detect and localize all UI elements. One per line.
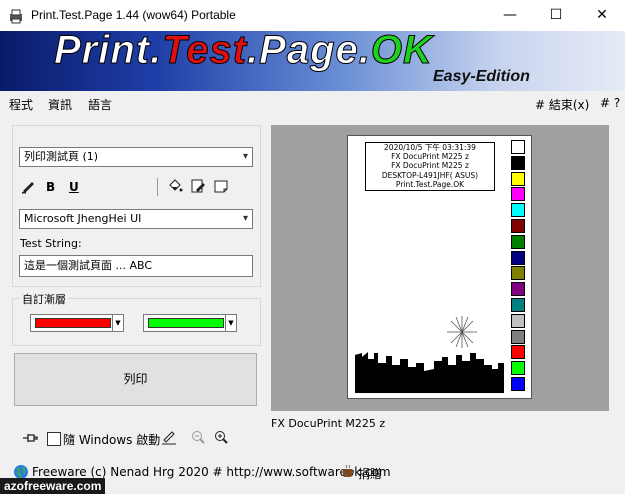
menu-help[interactable]: # ? xyxy=(600,96,620,110)
logo-test: Test xyxy=(162,31,248,73)
palette-swatch xyxy=(511,140,525,154)
preview-printer-caption: FX DocuPrint M225 z xyxy=(271,417,386,430)
logo-dot: . xyxy=(358,31,371,73)
status-text[interactable]: Freeware (c) Nenad Hrg 2020 # http://www… xyxy=(32,465,391,479)
gradient-color2-button[interactable]: ▼ xyxy=(143,314,237,332)
logo-dot: . xyxy=(247,31,260,73)
palette-swatch xyxy=(511,313,525,328)
app-icon xyxy=(10,9,22,24)
page-icon[interactable] xyxy=(213,178,229,194)
coffee-cup-icon[interactable] xyxy=(340,463,356,479)
info-line: 2020/10/5 下午 03:31:39 xyxy=(384,143,476,152)
palette-swatch xyxy=(511,266,525,281)
chevron-down-icon: ▾ xyxy=(242,213,248,224)
edit-page-icon[interactable] xyxy=(190,178,206,194)
palette-swatch xyxy=(511,345,525,360)
chevron-down-icon: ▼ xyxy=(225,315,236,331)
palette-swatch xyxy=(511,361,525,376)
info-line: FX DocuPrint M225 z xyxy=(391,152,469,162)
minimize-button[interactable]: — xyxy=(487,0,533,31)
zoom-in-icon[interactable] xyxy=(213,428,229,444)
font-select[interactable]: Microsoft JhengHei UI ▾ xyxy=(19,209,253,229)
palette-swatch xyxy=(511,219,525,233)
menu-language[interactable]: 語言 xyxy=(88,96,112,113)
custom-gradient-label: 自訂漸層 xyxy=(20,291,68,307)
logo-print: Print xyxy=(53,31,151,73)
palette-swatch xyxy=(511,203,525,218)
firework-icon xyxy=(447,316,477,348)
menu-program[interactable]: 程式 xyxy=(9,96,33,113)
info-line: FX DocuPrint M225 z xyxy=(391,161,469,171)
chevron-down-icon: ▾ xyxy=(242,151,248,162)
palette-swatch xyxy=(511,329,525,344)
title-bar: Print.Test.Page 1.44 (wow64) Portable — … xyxy=(0,0,625,31)
font-select-value: Microsoft JhengHei UI xyxy=(24,212,142,225)
color-swatch-2 xyxy=(148,318,224,328)
logo-ok: OK xyxy=(370,31,433,73)
edit-icon[interactable] xyxy=(161,429,177,445)
palette-swatch xyxy=(511,282,525,297)
info-line: Print.Test.Page.OK xyxy=(395,179,465,189)
preview-info-box: 2020/10/5 下午 03:31:39 FX DocuPrint M225 … xyxy=(365,142,495,191)
autostart-checkbox[interactable] xyxy=(47,432,61,446)
test-string-input[interactable]: 這是一個測試頁面 ... ABC xyxy=(19,255,253,277)
fill-bucket-icon[interactable] xyxy=(167,178,183,194)
window-title: Print.Test.Page 1.44 (wow64) Portable xyxy=(31,8,236,22)
palette-swatch xyxy=(511,298,525,312)
banner: Print.Test.Page.OK Easy-Edition xyxy=(0,31,625,91)
skyline-silhouette xyxy=(355,352,504,393)
bold-button[interactable]: B xyxy=(46,180,55,194)
zoom-out-icon[interactable] xyxy=(190,428,206,444)
info-line: DESKTOP-L491JHF( ASUS) xyxy=(381,170,479,180)
print-button[interactable]: 列印 xyxy=(14,353,257,406)
menu-exit[interactable]: # 結束(x) xyxy=(535,96,589,113)
pin-icon[interactable] xyxy=(22,430,38,446)
pen-icon[interactable] xyxy=(20,178,36,194)
donate-link[interactable]: 捐贈 xyxy=(358,465,382,482)
color-swatch-1 xyxy=(35,318,111,328)
palette-swatch xyxy=(511,171,525,186)
logo-dot: . xyxy=(150,31,163,73)
palette-swatch xyxy=(511,234,525,249)
palette-swatch xyxy=(511,250,525,265)
palette-swatch xyxy=(511,377,525,391)
underline-button[interactable]: U xyxy=(69,180,79,194)
test-string-label: Test String: xyxy=(20,237,82,250)
mode-select[interactable]: 列印測試頁 (1) ▾ xyxy=(19,147,253,167)
palette-swatch xyxy=(511,187,525,202)
maximize-button[interactable]: ☐ xyxy=(533,0,579,31)
menu-info[interactable]: 資訊 xyxy=(48,96,72,113)
toolbar-divider xyxy=(157,178,158,196)
watermark: azofreeware.com xyxy=(0,478,106,494)
close-button[interactable]: ✕ xyxy=(579,0,625,31)
banner-logo: Print.Test.Page.OK xyxy=(53,31,433,73)
chevron-down-icon: ▼ xyxy=(112,315,123,331)
banner-subtitle: Easy-Edition xyxy=(433,68,530,85)
logo-page: Page xyxy=(259,31,359,73)
palette-swatch xyxy=(511,155,525,170)
mode-select-value: 列印測試頁 (1) xyxy=(24,150,99,163)
gradient-color1-button[interactable]: ▼ xyxy=(30,314,124,332)
autostart-label: 隨 Windows 啟動 xyxy=(63,433,161,447)
